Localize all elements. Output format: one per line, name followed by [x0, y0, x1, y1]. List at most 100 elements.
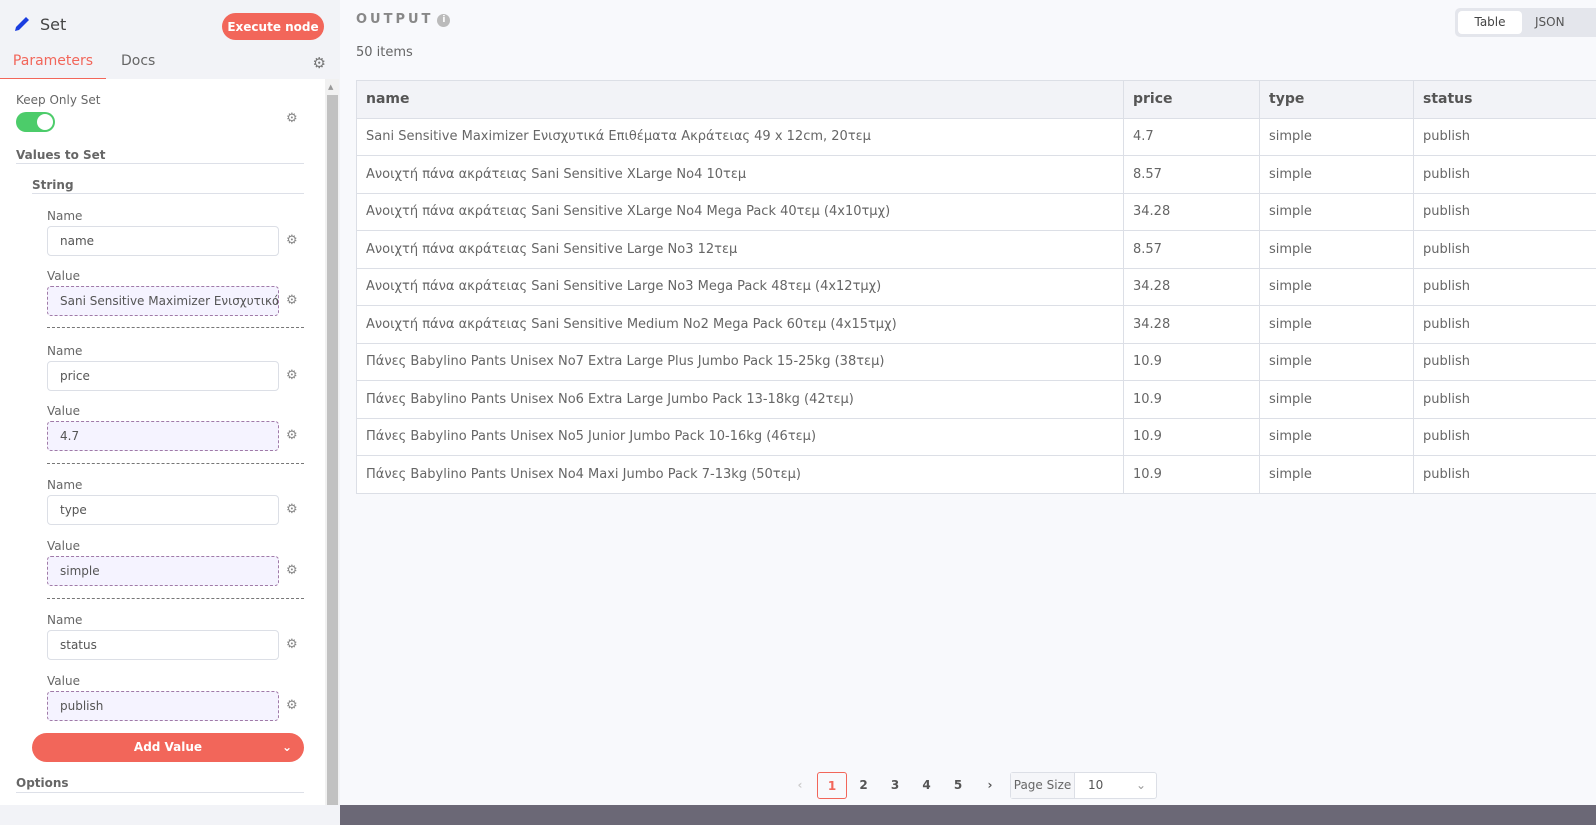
- table-row: Πάνες Babylino Pants Unisex No6 Extra La…: [356, 380, 1596, 419]
- name-input[interactable]: name: [47, 226, 279, 256]
- cell-price: 10.9: [1123, 342, 1260, 381]
- cell-name: Ανοιχτή πάνα ακράτειας Sani Sensitive XL…: [356, 155, 1124, 194]
- column-header-price: price: [1123, 80, 1260, 119]
- cell-price: 10.9: [1123, 417, 1260, 456]
- cell-price: 10.9: [1123, 380, 1260, 419]
- table-header: name price type status: [356, 80, 1596, 119]
- chevron-down-icon: ⌄: [1135, 778, 1146, 792]
- name-label: Name: [47, 209, 83, 223]
- cell-status: publish: [1413, 417, 1596, 456]
- page-size-label: Page Size: [1011, 773, 1075, 798]
- page-size-select[interactable]: Page Size 10 ⌄: [1010, 772, 1157, 799]
- options-gears-icon[interactable]: ⚙: [286, 368, 298, 383]
- column-header-type: type: [1259, 80, 1414, 119]
- cell-type: simple: [1259, 192, 1414, 231]
- value-label: Value: [47, 404, 80, 418]
- page-5[interactable]: 5: [943, 772, 973, 799]
- table-row: Πάνες Babylino Pants Unisex No4 Maxi Jum…: [356, 455, 1596, 494]
- cell-price: 4.7: [1123, 117, 1260, 156]
- parameters-scroll-area: Keep Only Set ⚙ Values to Set String Nam…: [0, 79, 325, 805]
- page-4[interactable]: 4: [912, 772, 942, 799]
- cell-type: simple: [1259, 117, 1414, 156]
- cell-status: publish: [1413, 380, 1596, 419]
- tab-docs[interactable]: Docs: [121, 53, 155, 69]
- node-title: Set: [40, 14, 67, 34]
- scrollbar-thumb[interactable]: [327, 95, 338, 805]
- options-gears-icon[interactable]: ⚙: [286, 502, 298, 517]
- prev-page-icon[interactable]: ‹: [785, 772, 815, 799]
- info-icon[interactable]: i: [437, 14, 451, 27]
- cell-type: simple: [1259, 230, 1414, 269]
- node-header: Set: [12, 14, 66, 34]
- cell-status: publish: [1413, 267, 1596, 306]
- scroll-up-icon[interactable]: ▲: [328, 83, 333, 91]
- column-header-status: status: [1413, 80, 1596, 119]
- value-label: Value: [47, 539, 80, 553]
- name-label: Name: [47, 613, 83, 627]
- values-to-set-label: Values to Set: [16, 148, 106, 162]
- cell-type: simple: [1259, 455, 1414, 494]
- add-value-button[interactable]: Add Value ⌄: [32, 733, 304, 762]
- options-gears-icon[interactable]: ⚙: [286, 293, 298, 308]
- options-label: Options: [16, 776, 69, 790]
- cell-name: Πάνες Babylino Pants Unisex No7 Extra La…: [356, 342, 1124, 381]
- settings-gear-icon[interactable]: ⚙: [313, 54, 326, 72]
- options-gears-icon[interactable]: ⚙: [286, 428, 298, 443]
- value-input[interactable]: publish: [47, 691, 279, 721]
- tab-parameters[interactable]: Parameters: [0, 53, 106, 80]
- name-input[interactable]: status: [47, 630, 279, 660]
- name-input[interactable]: type: [47, 495, 279, 525]
- cell-name: Sani Sensitive Maximizer Ενισχυτικά Επιθ…: [356, 117, 1124, 156]
- field-divider: [47, 598, 304, 599]
- cell-status: publish: [1413, 342, 1596, 381]
- pencil-icon: [15, 17, 29, 31]
- table-row: Ανοιχτή πάνα ακράτειας Sani Sensitive XL…: [356, 192, 1596, 231]
- divider: [32, 193, 304, 194]
- next-page-icon[interactable]: ›: [975, 772, 1005, 799]
- name-input[interactable]: price: [47, 361, 279, 391]
- table-row: Ανοιχτή πάνα ακράτειας Sani Sensitive Me…: [356, 305, 1596, 344]
- table-row: Πάνες Babylino Pants Unisex No5 Junior J…: [356, 417, 1596, 456]
- options-gears-icon[interactable]: ⚙: [286, 563, 298, 578]
- output-title-text: OUTPUT: [356, 12, 434, 27]
- cell-type: simple: [1259, 305, 1414, 344]
- cell-status: publish: [1413, 305, 1596, 344]
- cell-price: 8.57: [1123, 230, 1260, 269]
- options-gears-icon[interactable]: ⚙: [286, 111, 298, 126]
- options-gears-icon[interactable]: ⚙: [286, 698, 298, 713]
- output-table: name price type status Sani Sensitive Maxim…: [356, 80, 1596, 494]
- options-gears-icon[interactable]: ⚙: [286, 637, 298, 652]
- field-divider: [47, 463, 304, 464]
- value-input[interactable]: simple: [47, 556, 279, 586]
- execute-node-button[interactable]: Execute node: [222, 13, 324, 40]
- page-1[interactable]: 1: [817, 772, 847, 799]
- options-gears-icon[interactable]: ⚙: [286, 233, 298, 248]
- cell-price: 34.28: [1123, 267, 1260, 306]
- cell-price: 8.57: [1123, 155, 1260, 194]
- cell-name: Ανοιχτή πάνα ακράτειας Sani Sensitive XL…: [356, 192, 1124, 231]
- bottom-bar: [340, 805, 1596, 825]
- cell-name: Πάνες Babylino Pants Unisex No5 Junior J…: [356, 417, 1124, 456]
- cell-status: publish: [1413, 117, 1596, 156]
- cell-name: Πάνες Babylino Pants Unisex No4 Maxi Jum…: [356, 455, 1124, 494]
- cell-type: simple: [1259, 417, 1414, 456]
- name-label: Name: [47, 478, 83, 492]
- page-3[interactable]: 3: [880, 772, 910, 799]
- panel-tabs: Parameters Docs ⚙: [0, 50, 340, 80]
- tab-table[interactable]: Table: [1458, 11, 1522, 34]
- page-2[interactable]: 2: [849, 772, 879, 799]
- cell-type: simple: [1259, 380, 1414, 419]
- divider: [16, 163, 304, 164]
- chevron-down-icon: ⌄: [281, 740, 292, 754]
- cell-price: 34.28: [1123, 305, 1260, 344]
- panel-scrollbar[interactable]: ▲: [325, 79, 339, 805]
- cell-price: 34.28: [1123, 192, 1260, 231]
- field-divider: [47, 327, 304, 328]
- value-input[interactable]: 4.7: [47, 421, 279, 451]
- keep-only-set-toggle[interactable]: [16, 112, 55, 132]
- cell-status: publish: [1413, 455, 1596, 494]
- value-input[interactable]: Sani Sensitive Maximizer Ενισχυτικά Επιθ…: [47, 286, 279, 316]
- cell-type: simple: [1259, 267, 1414, 306]
- tab-json[interactable]: JSON: [1535, 11, 1565, 34]
- table-row: Ανοιχτή πάνα ακράτειας Sani Sensitive La…: [356, 230, 1596, 269]
